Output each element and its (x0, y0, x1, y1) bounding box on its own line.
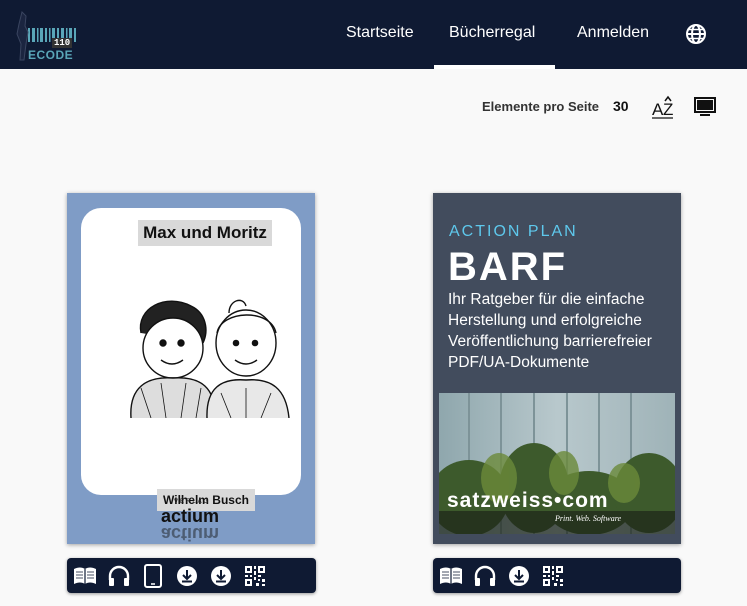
logo-number: 110 (52, 38, 73, 48)
svg-text:Z: Z (663, 100, 673, 119)
per-page-select[interactable]: 30 (613, 98, 629, 114)
per-page-label: Elemente pro Seite (482, 99, 600, 114)
logo-text: ECODE (28, 48, 74, 62)
publisher-tagline: Print. Web. Software (555, 514, 622, 523)
nav-buecherregal[interactable]: Bücherregal (449, 24, 535, 42)
publisher-small: VERLAG (174, 499, 211, 505)
headphones-icon[interactable] (473, 564, 497, 588)
top-navbar: 110 ECODE Startseite Bücherregal Anmelde… (0, 0, 747, 69)
book-cover-barf[interactable]: ACTION PLAN BARF Ihr Ratgeber für die ei… (433, 193, 681, 544)
nav-anmelden[interactable]: Anmelden (577, 24, 649, 42)
sort-az-icon[interactable]: A Z (651, 95, 675, 119)
book-actions-2 (433, 558, 681, 593)
download-icon[interactable] (175, 564, 199, 588)
globe-icon[interactable] (684, 22, 708, 46)
cover-card: Max und Moritz Wilhelm Busch (81, 208, 301, 511)
publisher-reflection: actium (161, 524, 220, 544)
read-icon[interactable] (73, 564, 97, 588)
book-title: Max und Moritz (138, 220, 272, 246)
headphones-icon[interactable] (107, 564, 131, 588)
read-icon[interactable] (439, 564, 463, 588)
cover-kicker: ACTION PLAN (449, 223, 578, 240)
qr-code-icon[interactable] (541, 564, 565, 588)
book-title: BARF (448, 245, 568, 289)
book-cover-max-und-moritz[interactable]: Max und Moritz Wilhelm Busch VERLAG acti… (67, 193, 315, 544)
download-icon[interactable] (209, 564, 233, 588)
qr-code-icon[interactable] (243, 564, 267, 588)
book-actions-1 (67, 558, 316, 593)
cover-illustration (130, 299, 290, 418)
publisher-brand: satzweiss•com (447, 489, 609, 512)
monitor-icon[interactable] (694, 96, 716, 118)
download-icon[interactable] (507, 564, 531, 588)
tablet-icon[interactable] (141, 564, 165, 588)
nav-startseite[interactable]: Startseite (346, 24, 414, 42)
book-subtitle: Ihr Ratgeber für die einfache Herstellun… (448, 291, 652, 371)
nav-active-indicator (434, 65, 555, 69)
